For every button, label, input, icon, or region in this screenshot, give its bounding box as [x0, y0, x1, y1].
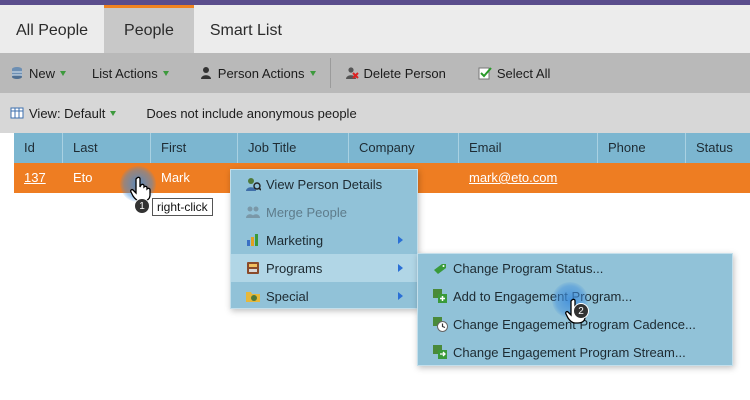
cell-status	[686, 163, 750, 193]
table-icon	[10, 106, 24, 120]
menu-item-change-program-status[interactable]: Change Program Status...	[418, 254, 732, 282]
menu-item-programs[interactable]: Programs	[231, 254, 417, 282]
cell-email-link[interactable]: mark@eto.com	[459, 163, 598, 193]
engagement-add-icon	[432, 288, 448, 304]
menu-item-view-person-details[interactable]: View Person Details	[231, 170, 417, 198]
context-menu: View Person Details Merge People Marketi…	[230, 169, 418, 309]
special-icon	[245, 288, 261, 304]
menu-item-label: Add to Engagement Program...	[453, 288, 633, 304]
merge-icon	[245, 204, 261, 220]
cell-first: Mark	[161, 170, 190, 185]
menu-item-label: Special	[266, 288, 309, 304]
select-all-button[interactable]: Select All	[478, 53, 550, 93]
view-label: View: Default	[29, 105, 106, 121]
menu-item-special[interactable]: Special	[231, 282, 417, 310]
submenu-arrow-icon	[398, 236, 403, 244]
chevron-down-icon	[309, 70, 316, 76]
cell-phone	[598, 163, 686, 193]
select-all-label: Select All	[496, 65, 551, 81]
column-header-job-title[interactable]: Job Title	[238, 133, 349, 163]
chevron-down-icon	[162, 70, 169, 76]
column-header-email[interactable]: Email	[459, 133, 598, 163]
column-header-status[interactable]: Status	[686, 133, 750, 163]
submenu-arrow-icon	[398, 264, 403, 272]
person-actions-label: Person Actions	[217, 65, 305, 81]
toolbar-divider	[329, 58, 331, 88]
delete-person-icon	[345, 66, 359, 80]
checkbox-icon	[478, 66, 492, 80]
list-actions-button[interactable]: List Actions	[92, 53, 169, 93]
column-header-first[interactable]: First	[151, 133, 238, 163]
menu-item-label: Merge People	[266, 204, 347, 220]
program-status-icon	[432, 260, 448, 276]
anonymous-note: Does not include anonymous people	[146, 105, 357, 121]
menu-item-label: Programs	[266, 260, 323, 276]
cell-id-link[interactable]: 137	[14, 163, 63, 193]
delete-person-label: Delete Person	[363, 65, 446, 81]
database-icon	[10, 66, 24, 80]
column-header-last[interactable]: Last	[63, 133, 151, 163]
menu-item-label: Change Engagement Program Stream...	[453, 344, 686, 360]
column-header-company[interactable]: Company	[349, 133, 459, 163]
new-button[interactable]: New	[10, 53, 67, 93]
new-label: New	[29, 65, 56, 81]
delete-person-button[interactable]: Delete Person	[345, 53, 446, 93]
chevron-down-icon	[110, 110, 117, 116]
menu-item-merge-people: Merge People	[231, 198, 417, 226]
toolbar: New List Actions Person Actions Delete P…	[0, 53, 750, 93]
tab-bar: All People People Smart List	[0, 5, 750, 53]
menu-item-label: View Person Details	[266, 176, 383, 192]
tab-people[interactable]: People	[104, 5, 194, 53]
marketing-icon	[245, 232, 261, 248]
step-2-badge: 2	[573, 303, 589, 319]
right-click-callout: right-click	[152, 198, 213, 216]
submenu-arrow-icon	[398, 292, 403, 300]
chevron-down-icon	[60, 70, 67, 76]
menu-item-marketing[interactable]: Marketing	[231, 226, 417, 254]
view-bar: View: Default Does not include anonymous…	[0, 93, 750, 133]
tab-all-people[interactable]: All People	[0, 5, 104, 53]
step-1-badge: 1	[134, 198, 150, 214]
menu-item-label: Change Program Status...	[453, 260, 604, 276]
tab-smart-list[interactable]: Smart List	[194, 5, 298, 53]
grid-header: Id Last First Job Title Company Email Ph…	[14, 133, 750, 163]
engagement-cadence-icon	[432, 316, 448, 332]
programs-icon	[245, 260, 261, 276]
view-selector[interactable]: View: Default	[10, 93, 117, 133]
list-actions-label: List Actions	[92, 65, 158, 81]
column-header-id[interactable]: Id	[14, 133, 63, 163]
menu-item-label: Marketing	[266, 232, 324, 248]
person-details-icon	[245, 176, 261, 192]
engagement-stream-icon	[432, 344, 448, 360]
menu-item-change-engagement-stream[interactable]: Change Engagement Program Stream...	[418, 338, 732, 366]
person-icon	[199, 66, 213, 80]
column-header-phone[interactable]: Phone	[598, 133, 686, 163]
person-actions-button[interactable]: Person Actions	[199, 53, 316, 93]
